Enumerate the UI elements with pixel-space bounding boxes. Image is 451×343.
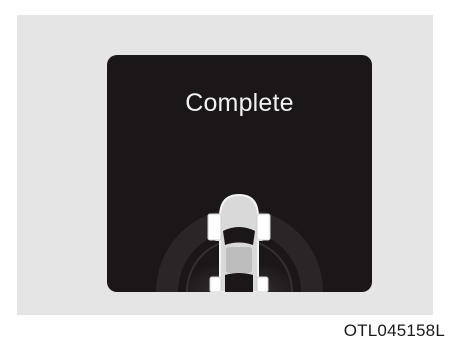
cluster-display: Complete xyxy=(107,55,372,292)
car-body xyxy=(215,193,263,292)
rear-right-tire xyxy=(256,276,269,292)
image-code-label: OTL045158L xyxy=(343,321,445,340)
front-right-tire xyxy=(256,213,271,241)
vehicle-top-view-icon xyxy=(156,193,323,292)
rear-left-tire xyxy=(209,276,222,292)
front-left-tire xyxy=(207,213,222,241)
